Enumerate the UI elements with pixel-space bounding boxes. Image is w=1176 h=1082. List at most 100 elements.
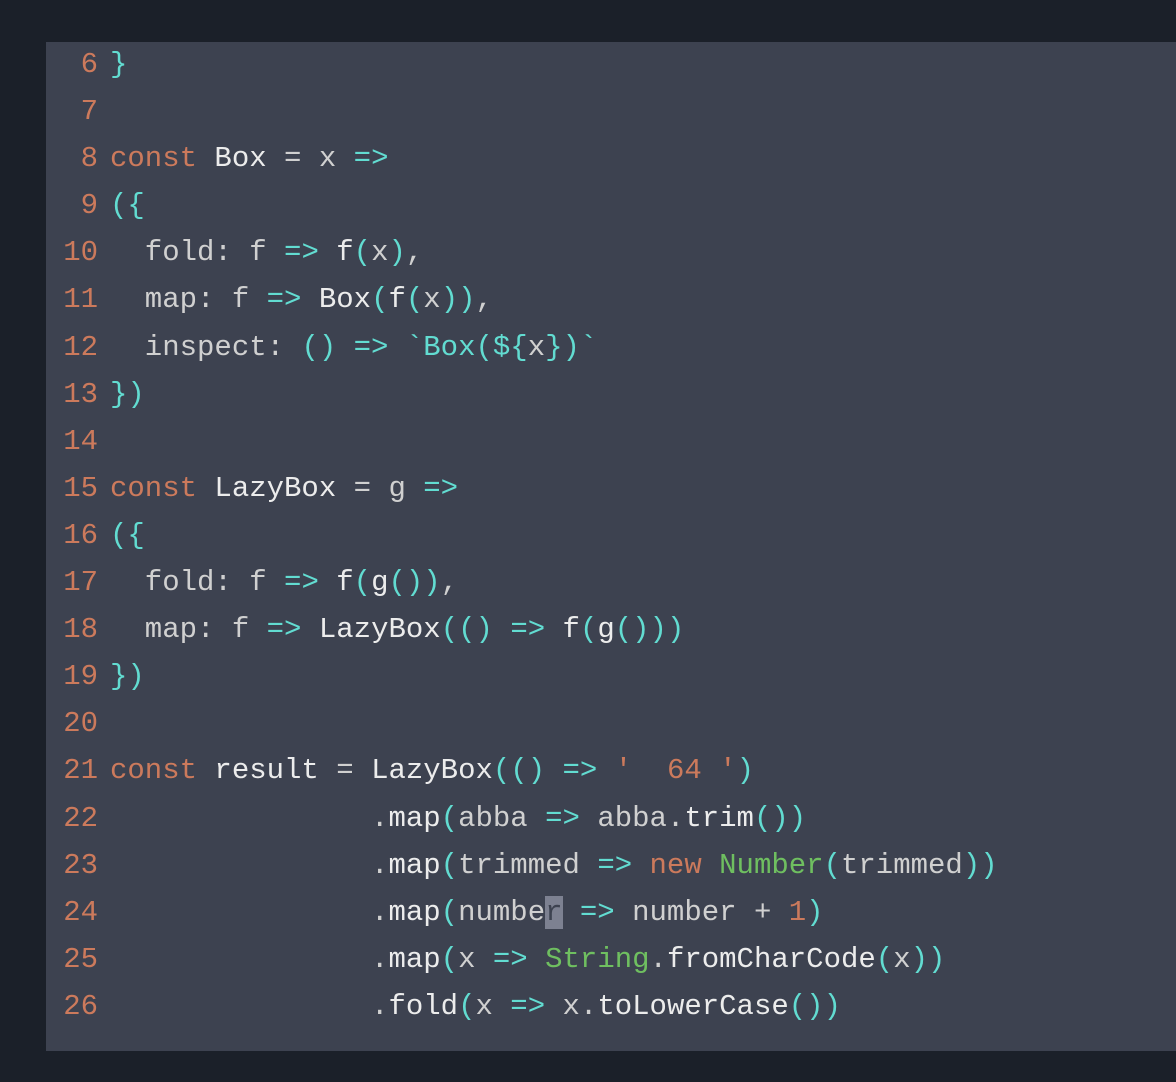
token: . xyxy=(110,943,388,976)
code-content[interactable]: .map(number => number + 1) xyxy=(110,890,1176,936)
token: => xyxy=(284,236,336,269)
code-line[interactable]: 14 xyxy=(46,419,1176,466)
code-line[interactable]: 22 .map(abba => abba.trim()) xyxy=(46,796,1176,843)
code-content[interactable]: ({ xyxy=(110,183,1176,229)
token: fromCharCode xyxy=(667,943,876,976)
token: numbe xyxy=(458,896,545,929)
code-line[interactable]: 26 .fold(x => x.toLowerCase()) xyxy=(46,984,1176,1031)
code-content[interactable]: .map(trimmed => new Number(trimmed)) xyxy=(110,843,1176,889)
token: . xyxy=(110,990,388,1023)
token: toLowerCase xyxy=(597,990,788,1023)
code-line[interactable]: 9({ xyxy=(46,183,1176,230)
token: abba xyxy=(458,802,545,835)
code-line[interactable]: 19}) xyxy=(46,654,1176,701)
token: `Box( xyxy=(406,331,493,364)
code-line[interactable]: 16({ xyxy=(46,513,1176,560)
code-content[interactable]: .map(x => String.fromCharCode(x)) xyxy=(110,937,1176,983)
token: => xyxy=(284,566,336,599)
line-number: 10 xyxy=(46,230,110,276)
code-line[interactable]: 17 fold: f => f(g()), xyxy=(46,560,1176,607)
token: ( xyxy=(441,943,458,976)
token: trimmed xyxy=(458,849,597,882)
code-editor[interactable]: 6}78const Box = x =>9({10 fold: f => f(x… xyxy=(46,42,1176,1051)
token: f xyxy=(388,283,405,316)
code-content[interactable]: }) xyxy=(110,372,1176,418)
code-content[interactable]: map: f => Box(f(x)), xyxy=(110,277,1176,323)
token: => xyxy=(423,472,458,505)
token: => xyxy=(267,613,319,646)
token: , xyxy=(406,236,423,269)
token: map xyxy=(388,943,440,976)
token: f xyxy=(232,613,267,646)
line-number: 11 xyxy=(46,277,110,323)
code-content[interactable]: }) xyxy=(110,654,1176,700)
token: ( xyxy=(406,283,423,316)
code-line[interactable]: 6} xyxy=(46,42,1176,89)
token: ())) xyxy=(615,613,685,646)
token: ( xyxy=(354,236,371,269)
code-line[interactable]: 8const Box = x => xyxy=(46,136,1176,183)
token: => xyxy=(493,943,545,976)
code-content[interactable]: const Box = x => xyxy=(110,136,1176,182)
token: f xyxy=(336,566,353,599)
token: ({ xyxy=(110,519,145,552)
code-content[interactable]: } xyxy=(110,42,1176,88)
token: => xyxy=(580,896,632,929)
token: ( xyxy=(458,990,475,1023)
token: g xyxy=(371,566,388,599)
token: } xyxy=(545,331,562,364)
line-number: 18 xyxy=(46,607,110,653)
token: number + xyxy=(632,896,789,929)
token: ( xyxy=(371,283,388,316)
token: inspect: xyxy=(110,331,301,364)
token: . xyxy=(110,896,388,929)
token: ) xyxy=(737,754,754,787)
token: f xyxy=(232,283,267,316)
token: const xyxy=(110,142,214,175)
code-line[interactable]: 12 inspect: () => `Box(${x})` xyxy=(46,325,1176,372)
token: map: xyxy=(110,283,232,316)
token: LazyBox xyxy=(319,613,441,646)
code-line[interactable]: 10 fold: f => f(x), xyxy=(46,230,1176,277)
token: . xyxy=(110,849,388,882)
code-content[interactable]: ({ xyxy=(110,513,1176,559)
code-content[interactable]: map: f => LazyBox(() => f(g())) xyxy=(110,607,1176,653)
code-content[interactable]: .map(abba => abba.trim()) xyxy=(110,796,1176,842)
token: f xyxy=(249,236,284,269)
code-line[interactable]: 18 map: f => LazyBox(() => f(g())) xyxy=(46,607,1176,654)
token: ) xyxy=(388,236,405,269)
token: Box xyxy=(319,283,371,316)
line-number: 22 xyxy=(46,796,110,842)
line-number: 23 xyxy=(46,843,110,889)
code-content[interactable]: fold: f => f(x), xyxy=(110,230,1176,276)
token: r xyxy=(545,896,562,929)
token: x xyxy=(371,236,388,269)
code-content[interactable]: .fold(x => x.toLowerCase()) xyxy=(110,984,1176,1030)
line-number: 19 xyxy=(46,654,110,700)
token: ({ xyxy=(110,189,145,222)
code-line[interactable]: 11 map: f => Box(f(x)), xyxy=(46,277,1176,324)
token: , xyxy=(476,283,493,316)
code-line[interactable]: 13}) xyxy=(46,372,1176,419)
token: (() xyxy=(493,754,563,787)
code-line[interactable]: 23 .map(trimmed => new Number(trimmed)) xyxy=(46,843,1176,890)
token: )) xyxy=(963,849,998,882)
line-number: 17 xyxy=(46,560,110,606)
token: x xyxy=(528,331,545,364)
code-line[interactable]: 15const LazyBox = g => xyxy=(46,466,1176,513)
code-line[interactable]: 25 .map(x => String.fromCharCode(x)) xyxy=(46,937,1176,984)
code-content[interactable]: fold: f => f(g()), xyxy=(110,560,1176,606)
code-line[interactable]: 7 xyxy=(46,89,1176,136)
token: (() xyxy=(441,613,511,646)
token: f xyxy=(249,566,284,599)
code-line[interactable]: 24 .map(number => number + 1) xyxy=(46,890,1176,937)
code-content[interactable]: const result = LazyBox(() => ' 64 ') xyxy=(110,748,1176,794)
code-line[interactable]: 21const result = LazyBox(() => ' 64 ') xyxy=(46,748,1176,795)
code-content[interactable]: inspect: () => `Box(${x})` xyxy=(110,325,1176,371)
token: . xyxy=(650,943,667,976)
token: x xyxy=(475,990,510,1023)
token: map xyxy=(388,802,440,835)
code-line[interactable]: 20 xyxy=(46,701,1176,748)
line-number: 9 xyxy=(46,183,110,229)
code-content[interactable]: const LazyBox = g => xyxy=(110,466,1176,512)
